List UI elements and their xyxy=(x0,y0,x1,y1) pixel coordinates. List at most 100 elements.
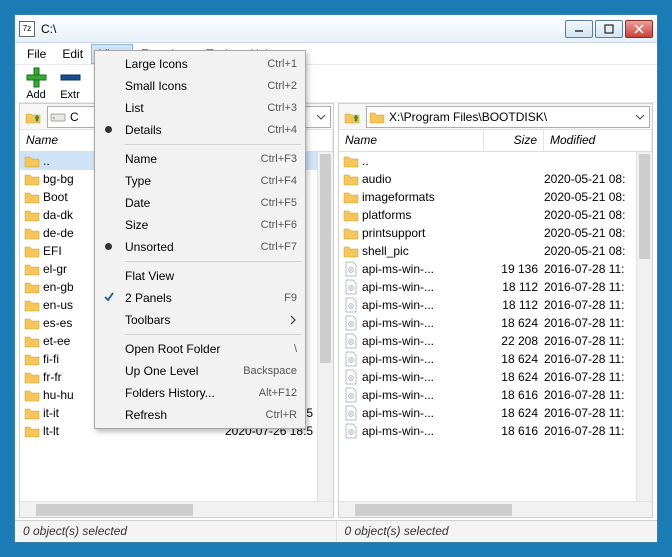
item-name: .. xyxy=(362,154,484,168)
folder-icon xyxy=(343,171,359,187)
right-scrollbar-v[interactable] xyxy=(636,152,652,501)
menu-item-label: Type xyxy=(125,174,251,188)
plus-icon xyxy=(25,66,47,88)
menu-item-details[interactable]: DetailsCtrl+4 xyxy=(97,119,303,141)
menu-edit[interactable]: Edit xyxy=(54,44,91,64)
item-size: 19 136 xyxy=(484,262,544,276)
item-size: 18 112 xyxy=(484,280,544,294)
menu-item-unsorted[interactable]: UnsortedCtrl+F7 xyxy=(97,236,303,258)
menu-item-accelerator: Ctrl+F4 xyxy=(261,175,297,187)
close-button[interactable] xyxy=(625,20,653,38)
list-item[interactable]: imageformats2020-05-21 08: xyxy=(339,188,652,206)
left-status: 0 object(s) selected xyxy=(15,521,337,542)
list-item[interactable]: printsupport2020-05-21 08: xyxy=(339,224,652,242)
minus-icon xyxy=(59,66,81,88)
list-item[interactable]: api-ms-win-...18 6162016-07-28 11: xyxy=(339,422,652,440)
menu-item-label: Folders History... xyxy=(125,386,249,400)
toolbar-add-label: Add xyxy=(26,89,46,101)
folder-icon xyxy=(24,225,40,241)
list-item[interactable]: api-ms-win-...18 6242016-07-28 11: xyxy=(339,404,652,422)
file-icon xyxy=(343,297,359,313)
chevron-down-icon xyxy=(635,112,645,122)
folder-icon xyxy=(24,387,40,403)
item-size: 18 624 xyxy=(484,406,544,420)
menu-item-accelerator: Alt+F12 xyxy=(259,387,297,399)
menu-item-folders-history-[interactable]: Folders History... Alt+F12 xyxy=(97,382,303,404)
right-scrollbar-h[interactable] xyxy=(339,501,652,517)
list-item[interactable]: api-ms-win-...18 1122016-07-28 11: xyxy=(339,296,652,314)
menu-item-type[interactable]: Type Ctrl+F4 xyxy=(97,170,303,192)
menu-item-refresh[interactable]: RefreshCtrl+R xyxy=(97,404,303,426)
menu-item-label: 2 Panels xyxy=(125,291,274,305)
list-item[interactable]: .. xyxy=(339,152,652,170)
menu-item-accelerator: F9 xyxy=(284,292,297,304)
folder-icon xyxy=(343,207,359,223)
right-col-modified[interactable]: Modified xyxy=(544,130,652,151)
app-window: 7z C:\ File Edit View Favorites Tools He… xyxy=(14,14,658,543)
menu-item-label: List xyxy=(125,101,257,115)
menu-item-date[interactable]: DateCtrl+F5 xyxy=(97,192,303,214)
chevron-right-icon xyxy=(289,315,297,325)
menu-file[interactable]: File xyxy=(19,44,54,64)
file-icon xyxy=(343,351,359,367)
menu-item-accelerator: Ctrl+F3 xyxy=(261,153,297,165)
toolbar-extract-button[interactable]: Extr xyxy=(55,65,85,102)
list-item[interactable]: api-ms-win-...18 6242016-07-28 11: xyxy=(339,314,652,332)
right-list-body: .. audio2020-05-21 08:imageformats2020-05… xyxy=(339,152,652,501)
item-size: 22 208 xyxy=(484,334,544,348)
right-path-input[interactable]: X:\Program Files\BOOTDISK\ xyxy=(366,106,650,128)
right-up-button[interactable] xyxy=(341,106,363,128)
menu-item-label: Open Root Folder xyxy=(125,342,284,356)
item-name: imageformats xyxy=(362,190,484,204)
list-item[interactable]: api-ms-win-...22 2082016-07-28 11: xyxy=(339,332,652,350)
list-item[interactable]: api-ms-win-...18 6242016-07-28 11: xyxy=(339,350,652,368)
right-col-name[interactable]: Name xyxy=(339,130,484,151)
menu-item-accelerator: Ctrl+2 xyxy=(267,80,297,92)
left-scrollbar-v[interactable] xyxy=(317,152,333,501)
item-name: api-ms-win-... xyxy=(362,424,484,438)
menu-item-large-icons[interactable]: Large IconsCtrl+1 xyxy=(97,53,303,75)
folder-icon xyxy=(343,225,359,241)
menu-item-toolbars[interactable]: Toolbars xyxy=(97,309,303,331)
list-item[interactable]: api-ms-win-...18 6162016-07-28 11: xyxy=(339,386,652,404)
menu-item-label: Size xyxy=(125,218,251,232)
drive-icon xyxy=(50,109,66,125)
right-path-text: X:\Program Files\BOOTDISK\ xyxy=(389,110,547,124)
menu-item-name[interactable]: NameCtrl+F3 xyxy=(97,148,303,170)
toolbar-extract-label: Extr xyxy=(60,89,80,101)
list-item[interactable]: shell_pic2020-05-21 08: xyxy=(339,242,652,260)
item-size: 18 624 xyxy=(484,352,544,366)
menu-item-accelerator: \ xyxy=(294,343,297,355)
item-name: api-ms-win-... xyxy=(362,280,484,294)
list-item[interactable]: api-ms-win-...19 1362016-07-28 11: xyxy=(339,260,652,278)
menu-item-label: Details xyxy=(125,123,257,137)
list-item[interactable]: api-ms-win-...18 1122016-07-28 11: xyxy=(339,278,652,296)
menu-item-list[interactable]: ListCtrl+3 xyxy=(97,97,303,119)
menu-item-small-icons[interactable]: Small IconsCtrl+2 xyxy=(97,75,303,97)
list-item[interactable]: audio2020-05-21 08: xyxy=(339,170,652,188)
window-title: C:\ xyxy=(41,22,565,36)
left-up-button[interactable] xyxy=(22,106,44,128)
list-item[interactable]: api-ms-win-...18 6242016-07-28 11: xyxy=(339,368,652,386)
menu-item-up-one-level[interactable]: Up One LevelBackspace xyxy=(97,360,303,382)
menu-item-size[interactable]: SizeCtrl+F6 xyxy=(97,214,303,236)
item-name: api-ms-win-... xyxy=(362,388,484,402)
item-name: shell_pic xyxy=(362,244,484,258)
item-size: 18 624 xyxy=(484,370,544,384)
right-col-size[interactable]: Size xyxy=(484,130,544,151)
toolbar-add-button[interactable]: Add xyxy=(21,65,51,102)
file-icon xyxy=(343,333,359,349)
maximize-button[interactable] xyxy=(595,20,623,38)
menu-item-open-root-folder[interactable]: Open Root Folder \ xyxy=(97,338,303,360)
folder-icon xyxy=(24,189,40,205)
menu-separator xyxy=(125,334,301,335)
menu-item-2-panels[interactable]: 2 Panels F9 xyxy=(97,287,303,309)
minimize-button[interactable] xyxy=(565,20,593,38)
item-size: 18 112 xyxy=(484,298,544,312)
menu-item-flat-view[interactable]: Flat View xyxy=(97,265,303,287)
folder-icon xyxy=(24,315,40,331)
list-item[interactable]: platforms2020-05-21 08: xyxy=(339,206,652,224)
left-scrollbar-h[interactable] xyxy=(20,501,333,517)
menu-item-label: Up One Level xyxy=(125,364,233,378)
menu-item-label: Refresh xyxy=(125,408,256,422)
